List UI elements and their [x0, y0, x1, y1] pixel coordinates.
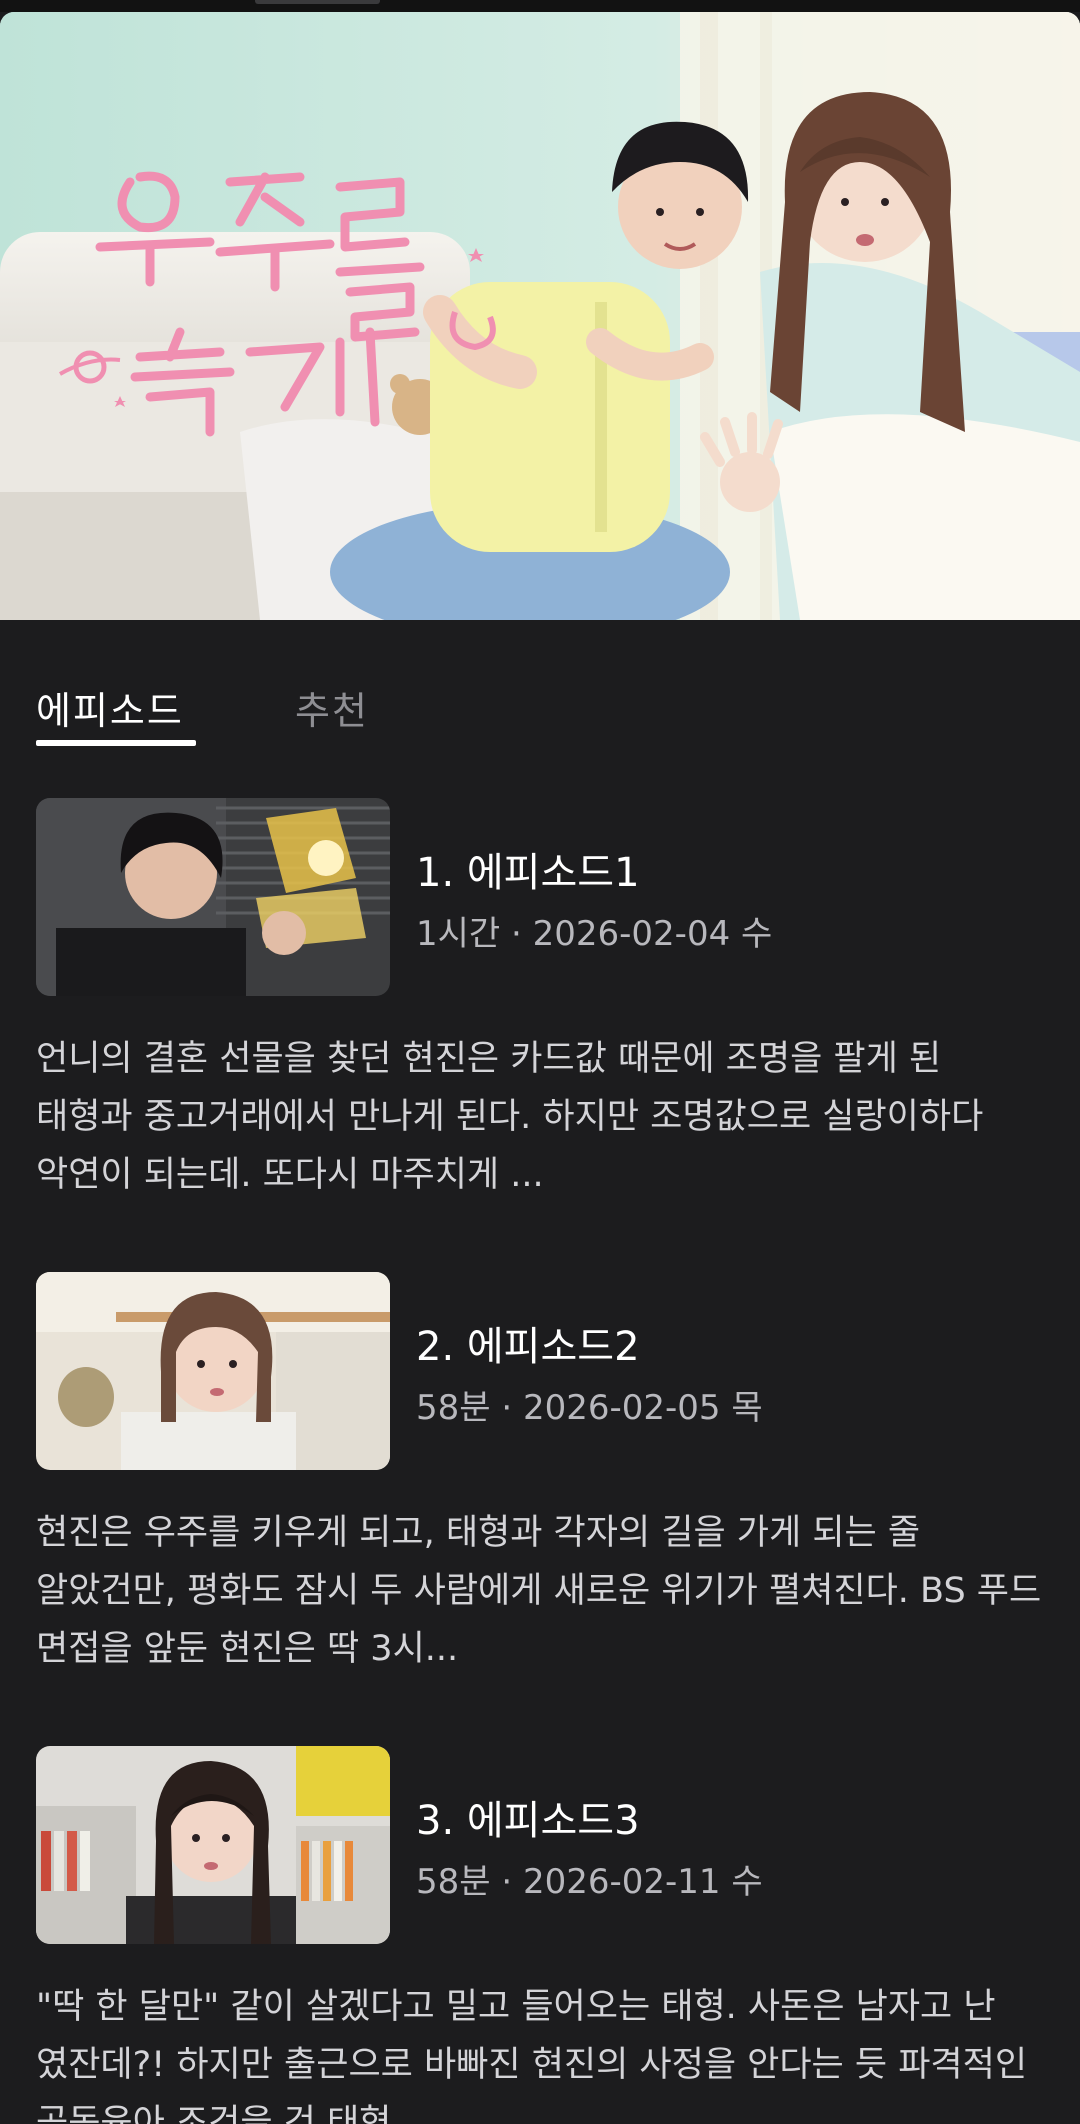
episode-meta: 58분 · 2026-02-11 수 [416, 1862, 763, 1902]
episode-description: 현진은 우주를 키우게 되고, 태형과 각자의 길을 가게 되는 줄 알았건만,… [36, 1513, 1042, 1669]
episode-thumbnail-image [36, 1272, 390, 1470]
tab-recommend[interactable]: 추천 [295, 680, 369, 735]
sheet-grab-handle[interactable] [255, 0, 380, 4]
episode-thumbnail-image [36, 798, 390, 996]
episode-meta: 1시간 · 2026-02-04 수 [416, 914, 773, 954]
episode-meta: 58분 · 2026-02-05 목 [416, 1388, 763, 1428]
tab-episodes[interactable]: 에피소드 [36, 680, 184, 735]
episode-description: "딱 한 달만" 같이 살겠다고 밀고 들어오는 태형. 사돈은 남자고 난 였… [36, 1987, 1028, 2124]
episode-thumbnail[interactable] [36, 1746, 390, 1944]
episode-title: 1. 에피소드1 [416, 850, 640, 896]
hero-poster-illustration [0, 12, 1080, 620]
episode-description: 언니의 결혼 선물을 찾던 현진은 카드값 때문에 조명을 팔게 된 태형과 중… [36, 1039, 984, 1195]
app-screen: 에피소드 추천 1. 에피소드1 1시간 · 2026-02-04 수 언니의 … [0, 0, 1080, 2124]
hero-poster [0, 12, 1080, 620]
tab-selected-indicator [36, 740, 196, 746]
content-tabs: 에피소드 추천 [0, 660, 1080, 750]
episode-thumbnail-image [36, 1746, 390, 1944]
episode-thumbnail[interactable] [36, 1272, 390, 1470]
status-strip [0, 0, 1080, 12]
episode-title: 3. 에피소드3 [416, 1798, 640, 1844]
episode-thumbnail[interactable] [36, 798, 390, 996]
episode-title: 2. 에피소드2 [416, 1324, 640, 1370]
